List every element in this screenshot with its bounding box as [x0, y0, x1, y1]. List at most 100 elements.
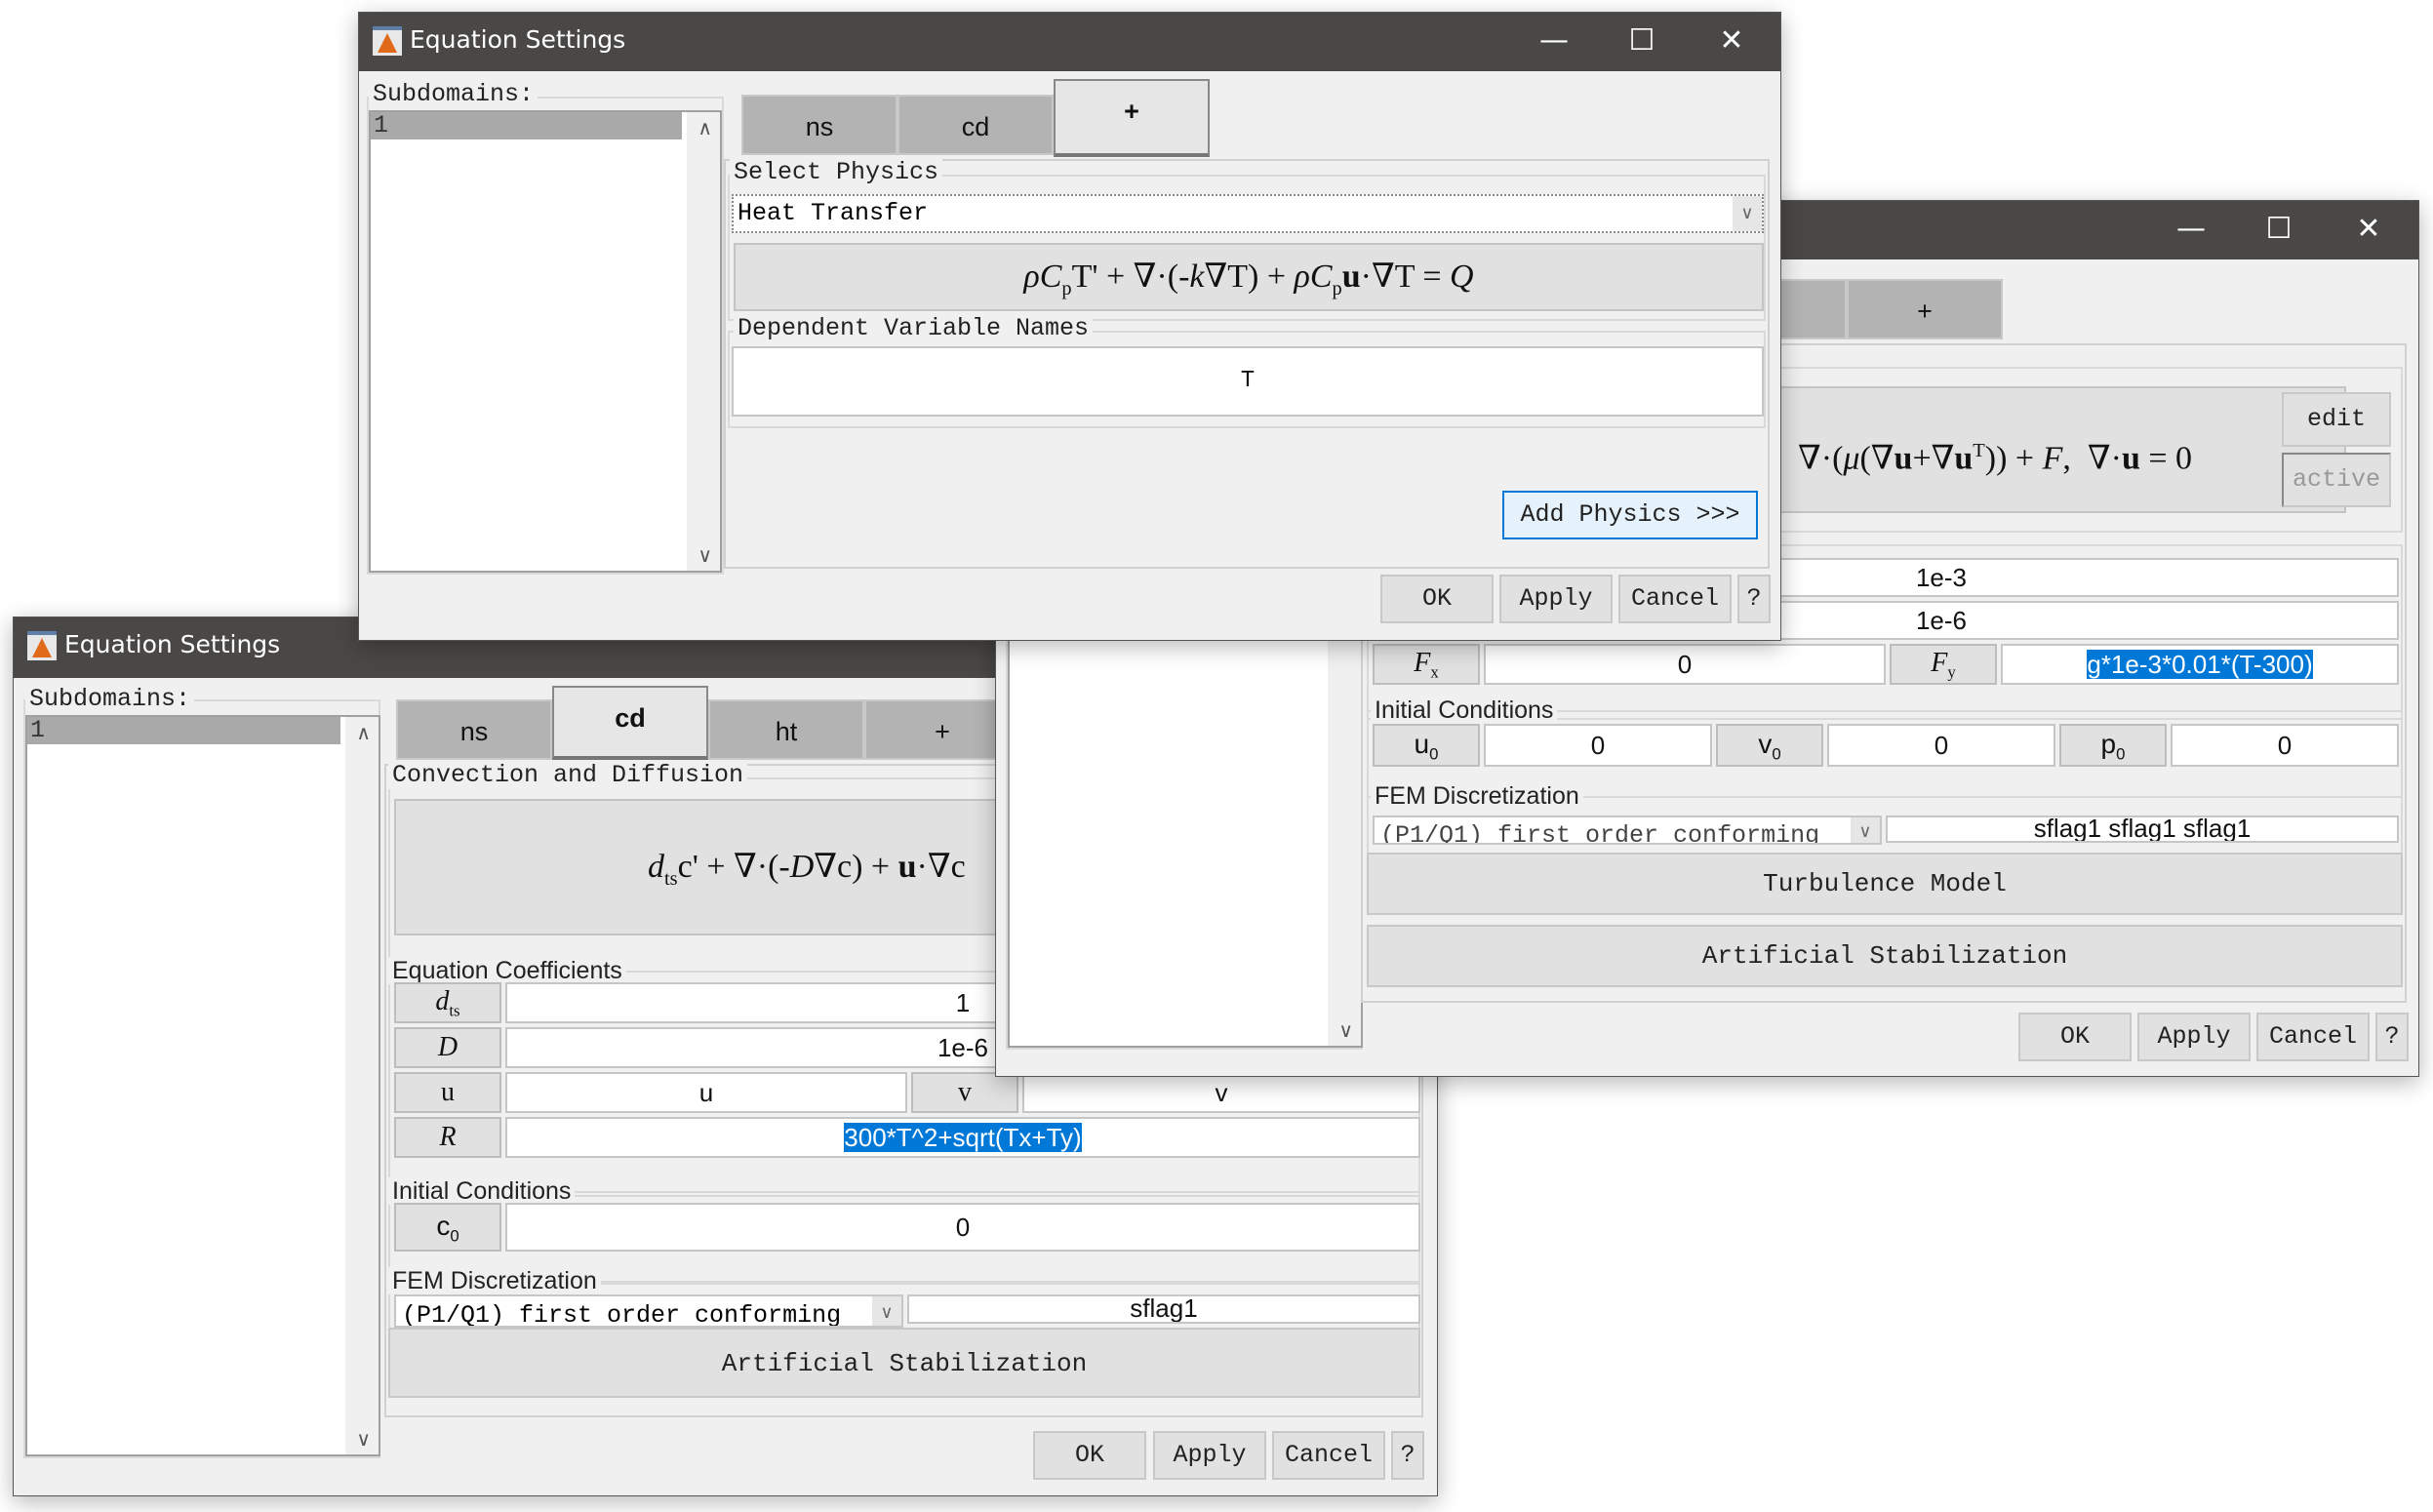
- initial-conditions-label: Initial Conditions: [1371, 696, 1558, 724]
- select-physics-dropdown[interactable]: Heat Transfer ∨: [732, 194, 1764, 233]
- dependent-variables-input[interactable]: T: [732, 346, 1764, 417]
- tab-label: cd: [615, 703, 646, 733]
- scroll-up-icon[interactable]: ∧: [356, 721, 371, 744]
- tab-label: cd: [961, 112, 990, 141]
- scrollbar[interactable]: ∧ ∨: [687, 112, 720, 571]
- add-physics-button[interactable]: Add Physics >>>: [1502, 491, 1758, 539]
- ok-button[interactable]: OK: [2018, 1013, 2132, 1061]
- active-toggle[interactable]: active: [2282, 453, 2391, 507]
- cancel-button[interactable]: Cancel: [1272, 1431, 1385, 1480]
- scroll-down-icon[interactable]: ∨: [356, 1427, 371, 1451]
- apply-button[interactable]: Apply: [2137, 1013, 2251, 1061]
- tab-label: ns: [805, 112, 834, 141]
- coef-label-text: R: [439, 1122, 457, 1152]
- subdomains-list[interactable]: 1 ∧ ∨: [369, 110, 722, 573]
- coef-label-Fy: Fy: [1890, 644, 1997, 685]
- coef-label-dts: dts: [394, 982, 501, 1023]
- coef-label-v: v: [911, 1072, 1018, 1113]
- ic-c0-input[interactable]: 0: [505, 1203, 1420, 1252]
- coef-label-text: D: [437, 1032, 459, 1062]
- ic-p0-input[interactable]: 0: [2171, 724, 2399, 767]
- ok-button[interactable]: OK: [1033, 1431, 1146, 1480]
- minimize-button[interactable]: —: [2147, 201, 2235, 259]
- ok-button[interactable]: OK: [1380, 575, 1494, 623]
- help-button[interactable]: ?: [1737, 575, 1771, 623]
- edit-button[interactable]: edit: [2282, 392, 2391, 447]
- tab-label: ht: [775, 717, 798, 746]
- equation-settings-window-add: Equation Settings — ☐ ✕ Subdomains: 1 ∧ …: [358, 12, 1781, 641]
- ic-v0-input[interactable]: 0: [1827, 724, 2055, 767]
- ic-u0-input[interactable]: 0: [1484, 724, 1712, 767]
- selected-text: 300*T^2+sqrt(Tx+Ty): [844, 1123, 1082, 1152]
- fem-label: FEM Discretization: [1371, 782, 1583, 810]
- help-button[interactable]: ?: [2375, 1013, 2409, 1061]
- close-button[interactable]: ✕: [1688, 13, 1775, 71]
- coef-label-u: u: [394, 1072, 501, 1113]
- fem-flags-input[interactable]: sflag1 sflag1 sflag1: [1886, 816, 2399, 843]
- help-button[interactable]: ?: [1391, 1431, 1424, 1480]
- title-bar[interactable]: Equation Settings — ☐ ✕: [359, 13, 1780, 71]
- apply-button[interactable]: Apply: [1153, 1431, 1266, 1480]
- minimize-button[interactable]: —: [1510, 13, 1598, 71]
- coef-label-text: u: [441, 1077, 455, 1107]
- tab-label: +: [935, 717, 950, 746]
- subdomains-list[interactable]: 1 ∧ ∨: [25, 715, 380, 1456]
- ic-label-c0: c0: [394, 1203, 501, 1252]
- tab-label: +: [1124, 97, 1139, 126]
- ic-label-u0: u0: [1373, 724, 1480, 767]
- subdomains-label: Subdomains:: [25, 686, 195, 713]
- fem-element-value: (P1/Q1) first order conforming: [402, 1301, 842, 1328]
- tab-cd[interactable]: cd: [552, 686, 708, 760]
- coef-label-Fx: Fx: [1373, 644, 1480, 685]
- close-button[interactable]: ✕: [2325, 201, 2413, 259]
- coef-u-input[interactable]: u: [505, 1072, 907, 1113]
- dependent-variables-label: Dependent Variable Names: [734, 315, 1094, 342]
- initial-conditions-label: Initial Conditions: [388, 1177, 576, 1205]
- coef-v-input[interactable]: v: [1022, 1072, 1420, 1113]
- subdomain-item-1[interactable]: 1: [27, 717, 340, 744]
- coef-Fx-input[interactable]: 0: [1484, 644, 1886, 685]
- chevron-down-icon[interactable]: ∨: [872, 1296, 901, 1326]
- fem-element-select[interactable]: (P1/Q1) first order conforming ∨: [394, 1294, 903, 1328]
- artificial-stabilization-button[interactable]: Artificial Stabilization: [1367, 925, 2403, 987]
- subdomain-item-1[interactable]: 1: [371, 112, 682, 139]
- coef-label-R: R: [394, 1117, 501, 1158]
- scrollbar[interactable]: ∧ ∨: [345, 717, 379, 1454]
- chevron-down-icon[interactable]: ∨: [1851, 817, 1880, 843]
- apply-button[interactable]: Apply: [1499, 575, 1613, 623]
- coef-Fy-input[interactable]: g*1e-3*0.01*(T-300): [2001, 644, 2399, 685]
- tab-ns[interactable]: ns: [741, 95, 897, 155]
- tab-cd[interactable]: cd: [897, 95, 1054, 155]
- fem-element-select[interactable]: (P1/Q1) first order conforming ∨: [1373, 816, 1882, 845]
- select-physics-value: Heat Transfer: [738, 199, 929, 227]
- matlab-icon: [373, 26, 402, 56]
- artificial-stabilization-button[interactable]: Artificial Stabilization: [388, 1328, 1420, 1398]
- cancel-button[interactable]: Cancel: [1618, 575, 1732, 623]
- fem-flags-input[interactable]: sflag1: [907, 1294, 1420, 1324]
- maximize-button[interactable]: ☐: [1598, 13, 1686, 71]
- physics-label: Convection and Diffusion: [388, 762, 748, 789]
- maximize-button[interactable]: ☐: [2235, 201, 2323, 259]
- tab-label: +: [1917, 297, 1933, 326]
- tab-add[interactable]: +: [1847, 279, 2003, 339]
- select-physics-label: Select Physics: [730, 159, 943, 186]
- selected-text: g*1e-3*0.01*(T-300): [2087, 650, 2313, 679]
- window-title: Equation Settings: [410, 25, 626, 54]
- scroll-down-icon[interactable]: ∨: [698, 543, 712, 567]
- subdomains-label: Subdomains:: [369, 81, 538, 108]
- coef-R-input[interactable]: 300*T^2+sqrt(Tx+Ty): [505, 1117, 1420, 1158]
- scroll-down-icon[interactable]: ∨: [1338, 1018, 1353, 1042]
- ic-label-v0: v0: [1716, 724, 1823, 767]
- equation-display: ρCpT' + ∇·(-k∇T) + ρCpu·∇T = Q: [734, 243, 1764, 311]
- fem-element-value: (P1/Q1) first order conforming: [1380, 821, 1820, 845]
- tab-add[interactable]: +: [1054, 79, 1210, 157]
- chevron-down-icon[interactable]: ∨: [1733, 196, 1762, 231]
- turbulence-model-button[interactable]: Turbulence Model: [1367, 853, 2403, 915]
- coef-label-text: v: [958, 1077, 972, 1107]
- tab-ht[interactable]: ht: [708, 699, 864, 760]
- tab-ns[interactable]: ns: [396, 699, 552, 760]
- scroll-up-icon[interactable]: ∧: [698, 116, 712, 139]
- window-title: Equation Settings: [64, 630, 281, 658]
- tab-label: ns: [459, 717, 489, 746]
- cancel-button[interactable]: Cancel: [2256, 1013, 2370, 1061]
